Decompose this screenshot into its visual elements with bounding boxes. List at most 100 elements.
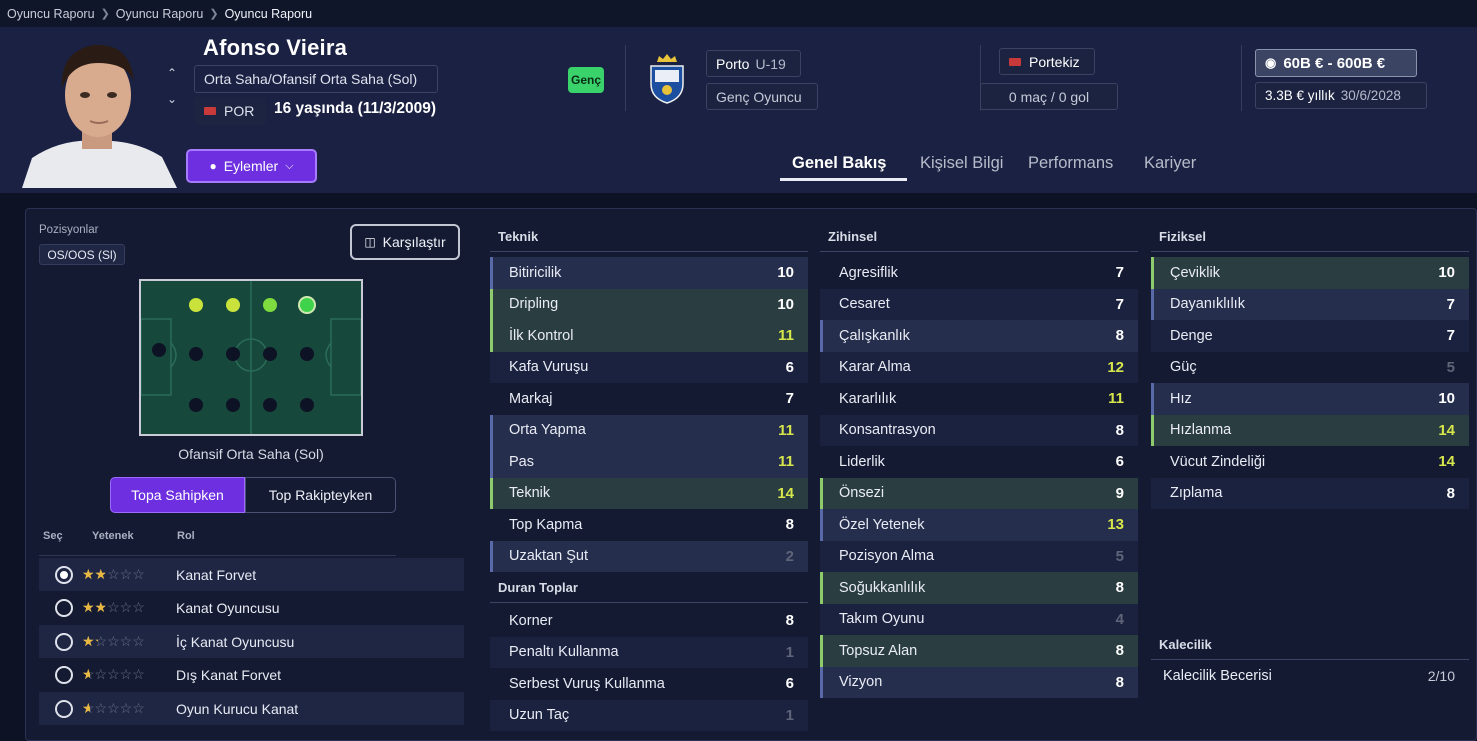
role-row[interactable]: ☆☆☆☆☆★★★★★ Oyun Kurucu Kanat (39, 692, 464, 725)
attribute-value: 6 (785, 358, 794, 376)
nation-team-chip[interactable]: Portekiz (999, 48, 1095, 75)
pos-dot (189, 398, 203, 412)
role-row[interactable]: ☆☆☆☆☆★★★★★ Kanat Oyuncusu (39, 591, 464, 624)
club-chip[interactable]: Porto U-19 (706, 50, 801, 77)
attribute-value: 8 (785, 612, 794, 630)
attribute-name: Hızlanma (1170, 422, 1232, 439)
role-radio[interactable] (55, 632, 73, 651)
attribute-name: Markaj (509, 390, 553, 407)
tab-performance[interactable]: Performans (1028, 145, 1113, 181)
club-crest-icon[interactable] (647, 52, 687, 104)
chevron-right-icon: ❯ (209, 8, 219, 20)
divider (1241, 45, 1242, 111)
attribute-row: Önsezi 9 (820, 477, 1138, 509)
role-name: Kanat Oyuncusu (176, 599, 280, 616)
attribute-value: 1 (785, 706, 794, 724)
attribute-name: Karar Alma (839, 359, 911, 376)
goalkeeping-header: Kalecilik (1151, 630, 1469, 660)
role-header-select: Seç (43, 530, 63, 542)
compare-label: Karşılaştır (382, 234, 446, 250)
position-chip: Orta Saha/Ofansif Orta Saha (Sol) (194, 65, 438, 93)
attribute-name: Denge (1170, 327, 1213, 344)
attribute-name: Vücut Zindeliği (1170, 453, 1266, 470)
role-row[interactable]: ☆☆☆☆☆★★★★★ Kanat Forvet (39, 558, 464, 591)
attribute-name: Cesaret (839, 296, 890, 313)
attribute-name: Topsuz Alan (839, 642, 918, 659)
attribute-row: Dayanıklılık 7 (1151, 288, 1469, 320)
tab-label: Genel Bakış (792, 153, 887, 172)
club-squad: U-19 (755, 55, 786, 72)
attribute-value: 7 (1446, 327, 1455, 345)
attribute-name: Pas (509, 453, 534, 470)
attribute-row: Topsuz Alan 8 (820, 635, 1138, 667)
role-radio[interactable] (55, 565, 73, 584)
role-radio[interactable] (55, 598, 73, 617)
star-rating-icon: ☆☆☆☆☆★★★★★ (82, 599, 145, 615)
attribute-row: Güç 5 (1151, 352, 1469, 384)
actions-button[interactable]: ● Eylemler ⌵ (186, 149, 317, 183)
set-pieces-header: Duran Toplar (490, 573, 808, 603)
breadcrumb-item[interactable]: Oyuncu Raporu (116, 7, 204, 21)
wage-text: 3.3B € yıllık (1265, 88, 1335, 103)
caps-text: 0 maç / 0 gol (1008, 88, 1090, 105)
attribute-name: Güç (1170, 359, 1197, 376)
caps-chip: 0 maç / 0 gol (980, 83, 1118, 110)
attribute-name: Kafa Vuruşu (509, 359, 589, 376)
attribute-value: 8 (785, 516, 794, 534)
attribute-value: 6 (1115, 453, 1124, 471)
pos-dot (300, 347, 314, 361)
attribute-name: Takım Oyunu (839, 611, 925, 628)
position-pitch (139, 279, 363, 436)
star-rating-icon: ☆☆☆☆☆★★★★★ (82, 700, 145, 716)
attribute-value: 11 (1108, 390, 1124, 408)
in-possession-toggle[interactable]: Topa Sahipken (110, 477, 245, 513)
attribute-value: 4 (1115, 610, 1124, 628)
out-of-possession-toggle[interactable]: Top Rakipteyken (245, 477, 396, 513)
club-status: Genç Oyuncu (716, 88, 802, 105)
tab-overview[interactable]: Genel Bakış (792, 145, 886, 181)
pos-dot (189, 347, 203, 361)
attribute-name: Soğukkanlılık (839, 579, 926, 596)
attribute-row: Kafa Vuruşu 6 (490, 351, 808, 383)
role-radio[interactable] (55, 699, 73, 718)
pos-dot (152, 343, 166, 357)
attribute-value: 14 (1438, 453, 1455, 471)
position-text: Orta Saha/Ofansif Orta Saha (Sol) (204, 71, 418, 87)
attribute-row: Çeviklik 10 (1151, 257, 1469, 289)
pos-dot (263, 298, 277, 312)
chevron-down-icon[interactable]: ⌄ (164, 86, 180, 112)
role-row[interactable]: ☆☆☆☆☆★★★★★ Dış Kanat Forvet (39, 658, 464, 691)
attribute-value: 5 (1115, 547, 1124, 565)
attribute-row: Orta Yapma 11 (490, 414, 808, 446)
mental-column: Zihinsel Agresiflik 7 Cesaret 7 Çalışkanlık 8… (820, 222, 1138, 698)
chevron-down-icon: ⌵ (285, 159, 294, 172)
attribute-name: Liderlik (839, 453, 885, 470)
compare-button[interactable]: ◫ Karşılaştır (350, 224, 460, 260)
technical-header: Teknik (490, 222, 808, 252)
attribute-name: İlk Kontrol (509, 327, 574, 344)
role-radio[interactable] (55, 665, 73, 684)
position-code-pill: OS/OOS (Sl) (39, 244, 125, 265)
role-name: Dış Kanat Forvet (176, 666, 282, 683)
attribute-value: 7 (1446, 295, 1455, 313)
set-pieces-list: Korner 8 Penaltı Kullanma 1 Serbest Vuruş Ku… (490, 605, 808, 731)
tab-label: Performans (1028, 153, 1114, 172)
breadcrumb-item[interactable]: Oyuncu Raporu (7, 7, 95, 21)
physical-column: Fiziksel Çeviklik 10 Dayanıklılık 7 Denge 7 Gü… (1151, 222, 1469, 509)
nation-name: Portekiz (1029, 53, 1080, 70)
price-tag-icon: ◉ (1265, 55, 1277, 70)
attribute-row: Hız 10 (1151, 383, 1469, 415)
attribute-value: 9 (1115, 484, 1124, 502)
attribute-name: Korner (509, 612, 553, 629)
attribute-row: Serbest Vuruş Kullanma 6 (490, 668, 808, 700)
role-header-role: Rol (177, 530, 195, 542)
chevron-up-icon[interactable]: ⌃ (164, 60, 180, 86)
tab-personal[interactable]: Kişisel Bilgi (920, 145, 1003, 181)
attribute-name: Dayanıklılık (1170, 296, 1245, 313)
attribute-value: 2/10 (1427, 667, 1455, 684)
role-row[interactable]: ☆☆☆☆☆★★★★★ İç Kanat Oyuncusu (39, 625, 464, 658)
tab-career[interactable]: Kariyer (1144, 145, 1196, 181)
pos-dot (263, 398, 277, 412)
pos-dot-current (300, 298, 314, 312)
active-tab-indicator (780, 178, 907, 181)
